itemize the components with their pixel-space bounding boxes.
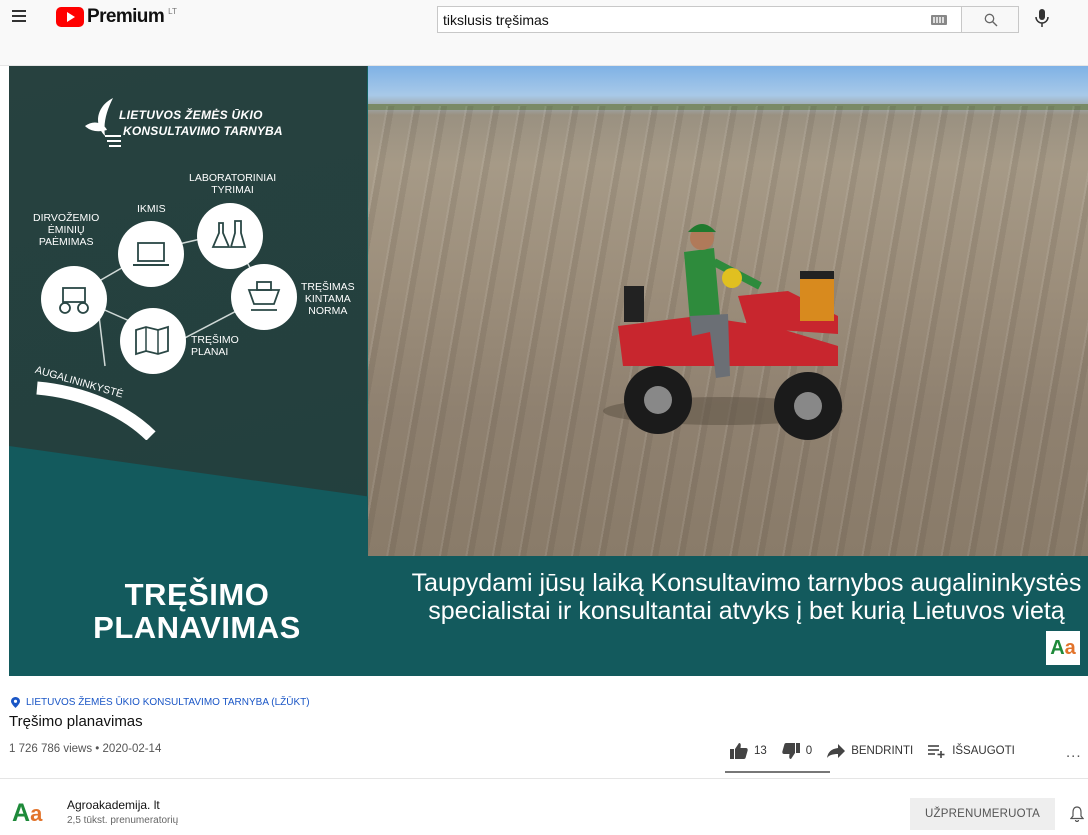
search-input[interactable] [438, 7, 878, 32]
avatar-letter-a-lower: a [30, 801, 43, 826]
share-button[interactable]: BENDRINTI [827, 744, 913, 758]
subscriber-count: 2,5 tūkst. prenumeratorių [67, 815, 179, 826]
arc-decoration [36, 381, 156, 440]
label-tresimo-planai: TRĘŠIMO PLANAI [191, 334, 239, 358]
atv-icon [59, 287, 89, 314]
video-player[interactable]: LIETUVOS ŽEMĖS ŪKIO KONSULTAVIMO TARNYBA… [9, 66, 1088, 676]
search-icon [984, 13, 998, 27]
menu-icon[interactable] [12, 10, 26, 22]
keyboard-icon[interactable] [931, 15, 947, 25]
field-photo [368, 66, 1088, 556]
more-actions-button[interactable]: ... [1066, 744, 1082, 761]
plans-circle [120, 308, 186, 374]
action-bar: 13 0 BENDRINTI IŠSAUGOTI [730, 740, 1030, 762]
avatar-letter-a-upper: A [12, 799, 31, 827]
flask-icon [211, 220, 247, 248]
save-label: IŠSAUGOTI [952, 745, 1015, 757]
video-overlay-title: TRĘŠIMO PLANAVIMAS [93, 577, 301, 645]
location-pin-icon [11, 697, 20, 708]
channel-avatar[interactable]: Aa [12, 797, 50, 829]
label-ikmis: IKMIS [137, 203, 166, 215]
youtube-premium-logo[interactable]: Premium LT [56, 7, 177, 29]
spreader-icon [247, 281, 281, 311]
thumbs-up-icon [730, 743, 748, 759]
location-tag-text: LIETUVOS ŽEMĖS ŪKIO KONSULTAVIMO TARNYBA… [26, 697, 310, 708]
video-overlay-subtitle: Taupydami jūsų laiką Konsultavimo tarnyb… [411, 569, 1082, 625]
label-dirvozemio: DIRVOŽEMIO ĖMINIŲ PAĖMIMAS [33, 212, 100, 248]
share-label: BENDRINTI [851, 745, 914, 757]
logo-region: LT [168, 7, 177, 16]
like-button[interactable]: 13 [730, 743, 767, 759]
masthead: Premium LT [0, 0, 1088, 66]
youtube-play-icon [56, 7, 84, 27]
laboratory-circle [197, 203, 263, 269]
search-button[interactable] [961, 6, 1019, 33]
voice-search-button[interactable] [1032, 7, 1052, 29]
search-box [437, 6, 962, 33]
save-button[interactable]: IŠSAUGOTI [928, 744, 1015, 758]
ikmis-circle [118, 221, 184, 287]
playlist-add-icon [928, 745, 945, 758]
dislike-count: 0 [805, 745, 813, 757]
atv-rider-illustration [603, 224, 843, 440]
watermark-letter-a-upper: A [1050, 637, 1065, 659]
share-arrow-icon [827, 744, 846, 758]
label-tresimas-kintama: TRĘŠIMAS KINTAMA NORMA [301, 281, 355, 317]
laptop-icon [133, 242, 169, 266]
logo-text: Premium [87, 6, 165, 27]
watermark-letter-a-lower: a [1064, 637, 1076, 659]
map-icon [135, 325, 169, 356]
soil-sampling-circle [41, 266, 107, 332]
variable-rate-circle [231, 264, 297, 330]
channel-name[interactable]: Agroakademija. lt [67, 798, 160, 812]
like-ratio-bar [725, 771, 830, 773]
like-count: 13 [754, 745, 767, 757]
view-count-date: 1 726 786 views • 2020-02-14 [9, 743, 162, 755]
divider [0, 778, 1088, 779]
subscribe-button[interactable]: UŽPRENUMERUOTA [910, 798, 1055, 830]
thumbs-down-icon [782, 743, 800, 759]
video-title: Tręšimo planavimas [9, 713, 143, 730]
label-laboratoriniai: LABORATORINIAI TYRIMAI [189, 172, 277, 196]
channel-watermark[interactable]: Aa [1046, 631, 1080, 665]
location-tag-link[interactable]: LIETUVOS ŽEMĖS ŪKIO KONSULTAVIMO TARNYBA… [11, 697, 310, 708]
microphone-icon [1035, 9, 1049, 27]
bell-icon[interactable] [1070, 806, 1084, 822]
dislike-button[interactable]: 0 [782, 743, 812, 759]
